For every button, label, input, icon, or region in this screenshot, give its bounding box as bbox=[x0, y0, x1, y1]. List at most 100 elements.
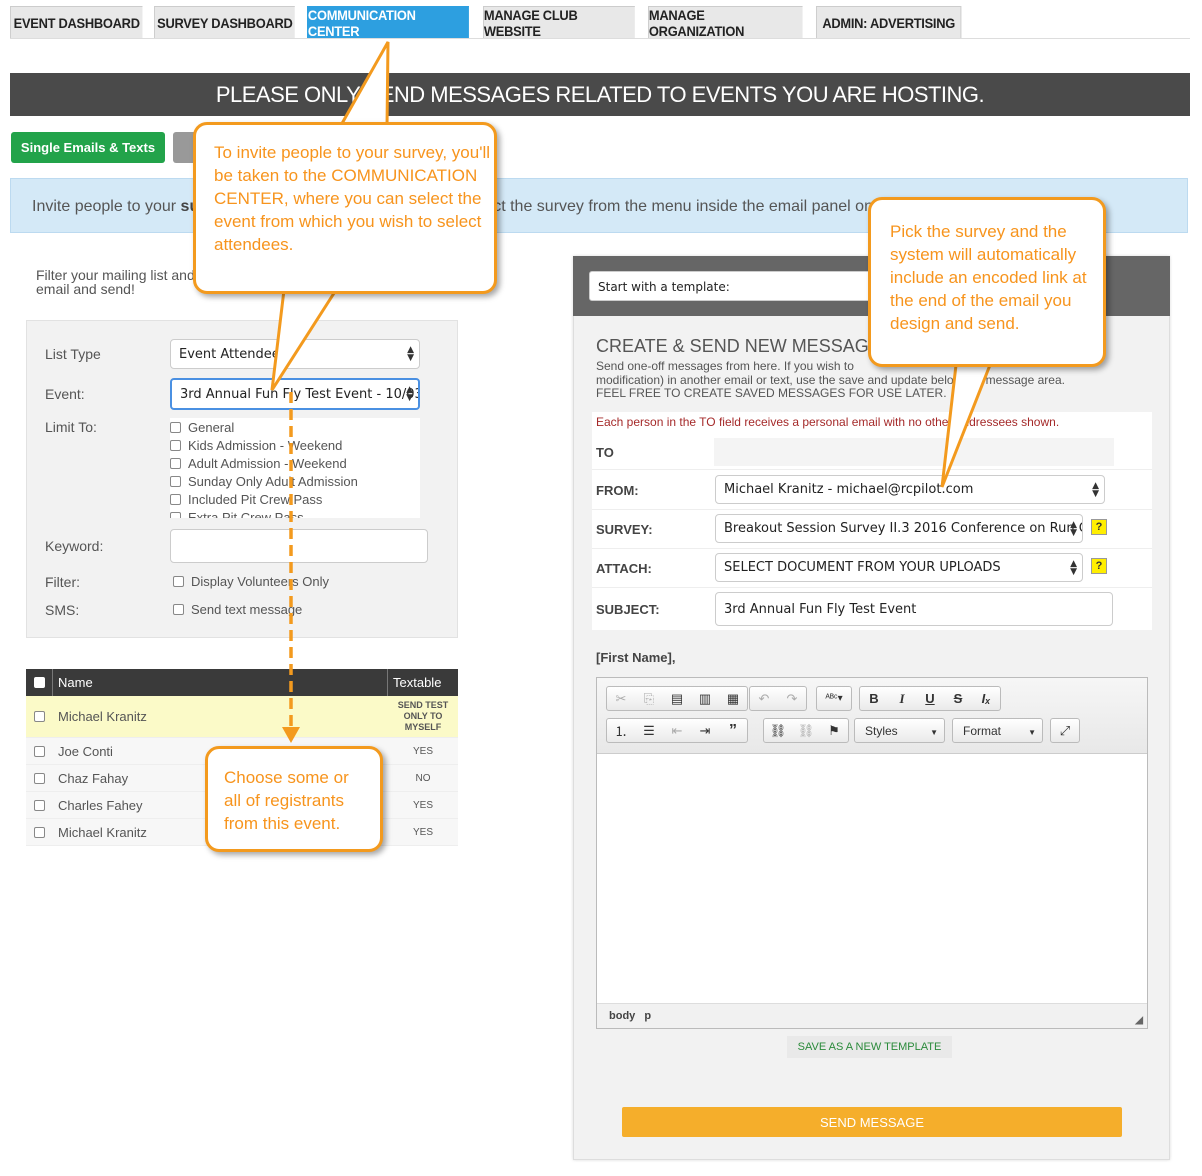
survey-select[interactable]: Breakout Session Survey II.3 2016 Confer… bbox=[715, 514, 1083, 543]
limit-to-label: Limit To: bbox=[45, 419, 97, 435]
link-icon[interactable]: ⛓ bbox=[764, 719, 792, 742]
subject-value: 3rd Annual Fun Fly Test Event bbox=[724, 601, 917, 617]
bulleted-list-icon[interactable]: ☰ bbox=[635, 719, 663, 742]
tab-manage-organization[interactable]: MANAGE ORGANIZATION bbox=[648, 6, 803, 39]
attach-value: SELECT DOCUMENT FROM YOUR UPLOADS bbox=[724, 560, 1001, 575]
numbered-list-icon[interactable]: ⒈ bbox=[607, 719, 635, 742]
callout-invite-survey: To invite people to your survey, you'll … bbox=[193, 122, 497, 294]
single-emails-texts-button[interactable]: Single Emails & Texts bbox=[11, 132, 165, 163]
compose-form: TO FROM: Michael Kranitz - michael@rcpil… bbox=[592, 434, 1152, 630]
blockquote-icon[interactable]: ” bbox=[719, 719, 747, 742]
maximize-icon[interactable]: ⤢ bbox=[1051, 719, 1079, 742]
paste-text-icon[interactable]: ▥ bbox=[691, 687, 719, 710]
checkbox[interactable] bbox=[170, 439, 181, 451]
table-row[interactable]: Michael Kranitz SEND TEST ONLY TO MYSELF bbox=[26, 696, 458, 738]
select-arrows-icon: ▲ ▼ bbox=[1070, 519, 1077, 538]
resize-handle-icon[interactable]: ◢ bbox=[1135, 1015, 1143, 1026]
checkbox[interactable] bbox=[170, 475, 181, 487]
limit-option[interactable]: Adult Admission - Weekend bbox=[170, 454, 420, 472]
editor-body[interactable] bbox=[597, 755, 1147, 1003]
attach-select[interactable]: SELECT DOCUMENT FROM YOUR UPLOADS ▲ ▼ bbox=[715, 553, 1083, 582]
select-all-checkbox[interactable] bbox=[33, 677, 45, 688]
chevron-down-icon: ▼ bbox=[930, 728, 938, 737]
compose-desc-line3: FEEL FREE TO CREATE SAVED MESSAGES FOR U… bbox=[596, 386, 947, 400]
limit-option[interactable]: Extra Pit Crew Pass bbox=[170, 508, 420, 518]
info-text-pre: Invite people to your bbox=[32, 198, 181, 215]
row-textable: SEND TEST ONLY TO MYSELF bbox=[397, 700, 449, 732]
limit-option-label: Kids Admission - Weekend bbox=[188, 437, 343, 453]
compose-desc-line1b: below the message area. bbox=[930, 372, 1065, 387]
tab-manage-club-website[interactable]: MANAGE CLUB WEBSITE bbox=[483, 6, 635, 39]
tab-admin-advertising[interactable]: ADMIN: ADVERTISING bbox=[816, 6, 962, 39]
row-checkbox[interactable] bbox=[34, 826, 45, 838]
volunteers-only-option[interactable]: Display Volunteers Only bbox=[173, 572, 329, 590]
subject-input[interactable]: 3rd Annual Fun Fly Test Event bbox=[715, 592, 1113, 626]
row-checkbox-cell bbox=[26, 772, 53, 784]
status-body-tag[interactable]: body bbox=[609, 1010, 635, 1022]
status-p-tag[interactable]: p bbox=[644, 1010, 651, 1022]
styles-label: Styles bbox=[865, 724, 898, 738]
survey-help-icon[interactable]: ? bbox=[1091, 519, 1107, 535]
bold-icon[interactable]: B bbox=[860, 687, 888, 710]
attach-help-icon[interactable]: ? bbox=[1091, 558, 1107, 574]
save-template-button[interactable]: SAVE AS A NEW TEMPLATE bbox=[787, 1036, 952, 1058]
limit-option[interactable]: General bbox=[170, 418, 420, 436]
format-dropdown[interactable]: Format ▼ bbox=[952, 718, 1043, 743]
spellcheck-icon[interactable]: ᴬᴮᶜ▾ bbox=[817, 687, 851, 710]
to-field[interactable] bbox=[714, 438, 1114, 466]
indent-icon[interactable]: ⇥ bbox=[691, 719, 719, 742]
checkbox[interactable] bbox=[173, 603, 184, 615]
remove-format-icon[interactable]: Iₓ bbox=[972, 687, 1000, 710]
tabbar-divider bbox=[10, 38, 1190, 39]
keyword-input[interactable] bbox=[170, 529, 428, 563]
undo-icon[interactable]: ↶ bbox=[750, 687, 778, 710]
row-checkbox[interactable] bbox=[34, 745, 45, 757]
strikethrough-icon[interactable]: S bbox=[944, 687, 972, 710]
send-message-button[interactable]: SEND MESSAGE bbox=[622, 1107, 1122, 1137]
checkbox[interactable] bbox=[170, 421, 181, 433]
message-editor[interactable]: ✂ ⎘ ▤ ▥ ▦ ↶ ↷ ᴬᴮᶜ▾ B I U S Iₓ ⒈ ☰ ⇤ ⇥ ” … bbox=[596, 677, 1148, 1029]
italic-icon[interactable]: I bbox=[888, 687, 916, 710]
checkbox[interactable] bbox=[170, 457, 181, 469]
row-checkbox-cell bbox=[26, 799, 53, 811]
outdent-icon[interactable]: ⇤ bbox=[663, 719, 691, 742]
from-row: FROM: Michael Kranitz - michael@rcpilot.… bbox=[592, 470, 1152, 510]
checkbox[interactable] bbox=[170, 493, 181, 505]
row-checkbox[interactable] bbox=[34, 772, 45, 784]
unlink-icon[interactable]: ⛓ bbox=[792, 719, 820, 742]
name-column-header[interactable]: Name bbox=[53, 669, 388, 696]
send-text-option[interactable]: Send text message bbox=[173, 600, 302, 618]
tab-survey-dashboard[interactable]: SURVEY DASHBOARD bbox=[154, 6, 295, 39]
paste-icon[interactable]: ▤ bbox=[663, 687, 691, 710]
checkbox[interactable] bbox=[173, 575, 184, 587]
limit-option[interactable]: Included Pit Crew Pass bbox=[170, 490, 420, 508]
anchor-icon[interactable]: ⚑ bbox=[820, 719, 848, 742]
underline-icon[interactable]: U bbox=[916, 687, 944, 710]
template-select[interactable]: Start with a template: bbox=[589, 271, 889, 301]
keyword-label: Keyword: bbox=[45, 538, 104, 554]
list-type-select[interactable]: Event Attendees ▲ ▼ bbox=[170, 339, 420, 369]
textable-column-header[interactable]: Textable bbox=[388, 675, 458, 690]
tab-communication-center[interactable]: COMMUNICATION CENTER bbox=[307, 6, 469, 39]
callout-choose-registrants: Choose some or all of registrants from t… bbox=[205, 746, 383, 852]
row-checkbox[interactable] bbox=[34, 799, 45, 811]
clipboard-group: ✂ ⎘ ▤ ▥ ▦ bbox=[606, 686, 748, 711]
event-select[interactable]: 3rd Annual Fun Fly Test Event - 10/03 ▲ ▼ bbox=[170, 378, 420, 410]
cut-icon[interactable]: ✂ bbox=[607, 687, 635, 710]
tab-event-dashboard[interactable]: EVENT DASHBOARD bbox=[10, 6, 143, 39]
limit-option[interactable]: Kids Admission - Weekend bbox=[170, 436, 420, 454]
limit-option[interactable]: Sunday Only Adult Admission bbox=[170, 472, 420, 490]
limit-to-list[interactable]: General Kids Admission - Weekend Adult A… bbox=[170, 418, 420, 518]
survey-row: SURVEY: Breakout Session Survey II.3 201… bbox=[592, 510, 1152, 549]
limit-option-label: Adult Admission - Weekend bbox=[188, 455, 347, 471]
row-checkbox-cell bbox=[26, 745, 53, 757]
warning-banner: PLEASE ONLY SEND MESSAGES RELATED TO EVE… bbox=[10, 73, 1190, 116]
copy-icon[interactable]: ⎘ bbox=[635, 687, 663, 710]
styles-dropdown[interactable]: Styles ▼ bbox=[854, 718, 945, 743]
paste-word-icon[interactable]: ▦ bbox=[719, 687, 747, 710]
from-select[interactable]: Michael Kranitz - michael@rcpilot.com ▲ ▼ bbox=[715, 475, 1105, 504]
row-name: Michael Kranitz bbox=[58, 709, 147, 724]
checkbox[interactable] bbox=[170, 511, 181, 518]
redo-icon[interactable]: ↷ bbox=[778, 687, 806, 710]
row-checkbox[interactable] bbox=[34, 711, 45, 722]
